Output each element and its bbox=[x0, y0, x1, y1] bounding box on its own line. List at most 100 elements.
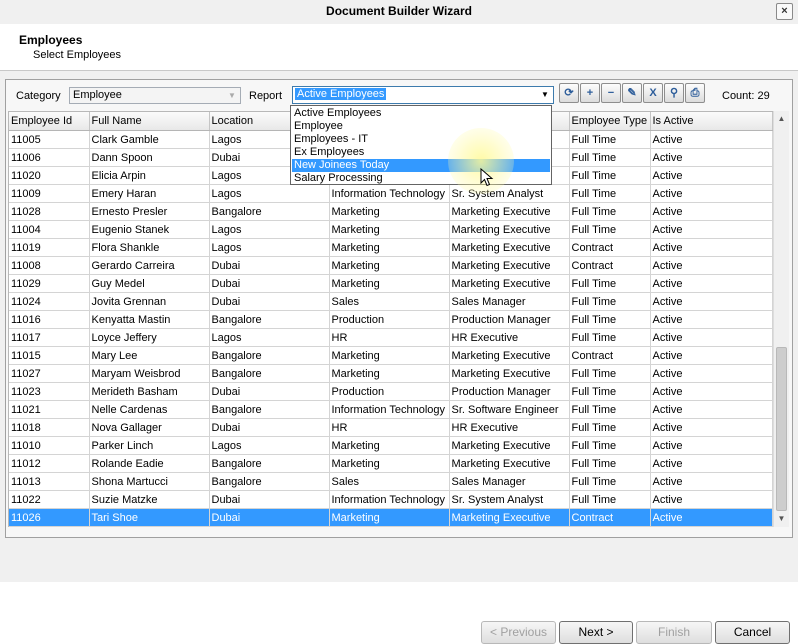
table-row[interactable]: 11017 Loyce Jeffery Lagos HR HR Executive Ful… bbox=[9, 328, 773, 347]
close-button[interactable]: × bbox=[776, 3, 793, 20]
add-button[interactable]: + bbox=[580, 83, 600, 103]
next-button[interactable]: Next > bbox=[559, 621, 633, 644]
table-cell: Contract bbox=[569, 508, 651, 527]
excel-export-icon: X bbox=[649, 87, 657, 99]
table-cell: Active bbox=[650, 508, 773, 527]
table-cell: Suzie Matzke bbox=[89, 490, 210, 509]
column-header[interactable]: Is Active bbox=[650, 112, 773, 131]
table-cell: Sales Manager bbox=[449, 292, 570, 311]
table-cell: Production Manager bbox=[449, 310, 570, 329]
report-combo[interactable]: Active Employees ▼ bbox=[292, 86, 554, 104]
refresh-button[interactable]: ⟳ bbox=[559, 83, 579, 103]
table-cell: 11004 bbox=[9, 220, 90, 239]
table-cell: Full Time bbox=[569, 490, 651, 509]
table-row[interactable]: 11021 Nelle Cardenas Bangalore Information … bbox=[9, 400, 773, 419]
table-row[interactable]: 11010 Parker Linch Lagos Marketing Marketing… bbox=[9, 436, 773, 455]
table-cell: Maryam Weisbrod bbox=[89, 364, 210, 383]
dropdown-option[interactable]: Active Employees bbox=[292, 107, 550, 120]
scroll-down-icon[interactable]: ▼ bbox=[774, 511, 789, 527]
table-cell: Marketing Executive bbox=[449, 274, 570, 293]
table-row[interactable]: 11015 Mary Lee Bangalore Marketing Marketing… bbox=[9, 346, 773, 365]
dropdown-option[interactable]: New Joinees Today bbox=[292, 159, 550, 172]
table-cell: Lagos bbox=[209, 220, 330, 239]
table-cell: Full Time bbox=[569, 166, 651, 185]
grid-vertical-scrollbar[interactable]: ▲ ▼ bbox=[773, 111, 789, 527]
remove-button[interactable]: − bbox=[601, 83, 621, 103]
table-cell: Guy Medel bbox=[89, 274, 210, 293]
column-header[interactable]: Full Name bbox=[89, 112, 210, 131]
report-label: Report bbox=[249, 90, 283, 102]
table-row[interactable]: 11008 Gerardo Carreira Dubai Marketing Marke… bbox=[9, 256, 773, 275]
table-cell: Marketing Executive bbox=[449, 508, 570, 527]
table-row[interactable]: 11012 Rolande Eadie Bangalore Marketing Mark… bbox=[9, 454, 773, 473]
table-row[interactable]: 11019 Flora Shankle Lagos Marketing Marketin… bbox=[9, 238, 773, 257]
table-cell: 11017 bbox=[9, 328, 90, 347]
table-row[interactable]: 11026 Tari Shoe Dubai Marketing Marketing Ex… bbox=[9, 508, 773, 527]
table-row[interactable]: 11009 Emery Haran Lagos Information Technol… bbox=[9, 184, 773, 203]
table-row[interactable]: 11018 Nova Gallager Dubai HR HR Executive Ful… bbox=[9, 418, 773, 437]
table-cell: Active bbox=[650, 202, 773, 221]
print-icon: ⎙ bbox=[690, 87, 700, 99]
table-cell: Full Time bbox=[569, 382, 651, 401]
table-cell: 11020 bbox=[9, 166, 90, 185]
cancel-button[interactable]: Cancel bbox=[715, 621, 790, 644]
column-header[interactable]: Employee Type bbox=[569, 112, 651, 131]
table-cell: 11008 bbox=[9, 256, 90, 275]
excel-export-button[interactable]: X bbox=[643, 83, 663, 103]
table-cell: Lagos bbox=[209, 184, 330, 203]
table-cell: Ernesto Presler bbox=[89, 202, 210, 221]
table-cell: Marketing Executive bbox=[449, 346, 570, 365]
table-cell: 11012 bbox=[9, 454, 90, 473]
table-cell: Marketing Executive bbox=[449, 202, 570, 221]
table-cell: Marketing bbox=[329, 436, 450, 455]
edit-button[interactable]: ✎ bbox=[622, 83, 642, 103]
previous-button[interactable]: < Previous bbox=[481, 621, 556, 644]
table-cell: Full Time bbox=[569, 292, 651, 311]
dropdown-option[interactable]: Employees - IT bbox=[292, 133, 550, 146]
search-button[interactable]: ⚲ bbox=[664, 83, 684, 103]
category-value: Employee bbox=[73, 89, 122, 101]
scroll-thumb[interactable] bbox=[776, 347, 787, 511]
table-cell: Dubai bbox=[209, 292, 330, 311]
table-cell: HR bbox=[329, 328, 450, 347]
table-row[interactable]: 11016 Kenyatta Mastin Bangalore Production P… bbox=[9, 310, 773, 329]
record-count: Count: 29 bbox=[722, 90, 770, 102]
table-cell: Full Time bbox=[569, 472, 651, 491]
table-cell: Active bbox=[650, 148, 773, 167]
table-cell: Emery Haran bbox=[89, 184, 210, 203]
dropdown-option[interactable]: Salary Processing bbox=[292, 172, 550, 185]
table-cell: Active bbox=[650, 400, 773, 419]
table-row[interactable]: 11027 Maryam Weisbrod Bangalore Marketing Ma… bbox=[9, 364, 773, 383]
search-icon: ⚲ bbox=[669, 87, 679, 99]
table-row[interactable]: 11028 Ernesto Presler Bangalore Marketing Ma… bbox=[9, 202, 773, 221]
table-cell: Tari Shoe bbox=[89, 508, 210, 527]
table-row[interactable]: 11004 Eugenio Stanek Lagos Marketing Marketi… bbox=[9, 220, 773, 239]
table-row[interactable]: 11029 Guy Medel Dubai Marketing Marketing Ex… bbox=[9, 274, 773, 293]
chevron-down-icon[interactable]: ▼ bbox=[224, 88, 240, 103]
print-button[interactable]: ⎙ bbox=[685, 83, 705, 103]
table-row[interactable]: 11023 Merideth Basham Dubai Production Produ… bbox=[9, 382, 773, 401]
dropdown-option[interactable]: Ex Employees bbox=[292, 146, 550, 159]
mouse-pointer-icon bbox=[480, 168, 494, 187]
table-cell: 11009 bbox=[9, 184, 90, 203]
table-cell: Active bbox=[650, 436, 773, 455]
table-cell: Merideth Basham bbox=[89, 382, 210, 401]
category-combo[interactable]: Employee ▼ bbox=[69, 87, 241, 104]
table-cell: Marketing bbox=[329, 202, 450, 221]
table-row[interactable]: 11022 Suzie Matzke Dubai Information Techno… bbox=[9, 490, 773, 509]
report-dropdown-list: Active Employees Employee Employees - IT Ex… bbox=[290, 105, 552, 185]
column-header[interactable]: Employee Id bbox=[9, 112, 90, 131]
edit-icon: ✎ bbox=[627, 87, 637, 99]
table-cell: Full Time bbox=[569, 400, 651, 419]
table-cell: Nova Gallager bbox=[89, 418, 210, 437]
table-cell: Dann Spoon bbox=[89, 148, 210, 167]
table-cell: Production bbox=[329, 310, 450, 329]
table-cell: Information Technology bbox=[329, 490, 450, 509]
dropdown-option[interactable]: Employee bbox=[292, 120, 550, 133]
scroll-up-icon[interactable]: ▲ bbox=[774, 111, 789, 127]
finish-button[interactable]: Finish bbox=[636, 621, 712, 644]
chevron-down-icon[interactable]: ▼ bbox=[537, 87, 553, 102]
table-row[interactable]: 11013 Shona Martucci Bangalore Sales Sales M… bbox=[9, 472, 773, 491]
table-row[interactable]: 11024 Jovita Grennan Dubai Sales Sales Manag… bbox=[9, 292, 773, 311]
table-cell: 11024 bbox=[9, 292, 90, 311]
